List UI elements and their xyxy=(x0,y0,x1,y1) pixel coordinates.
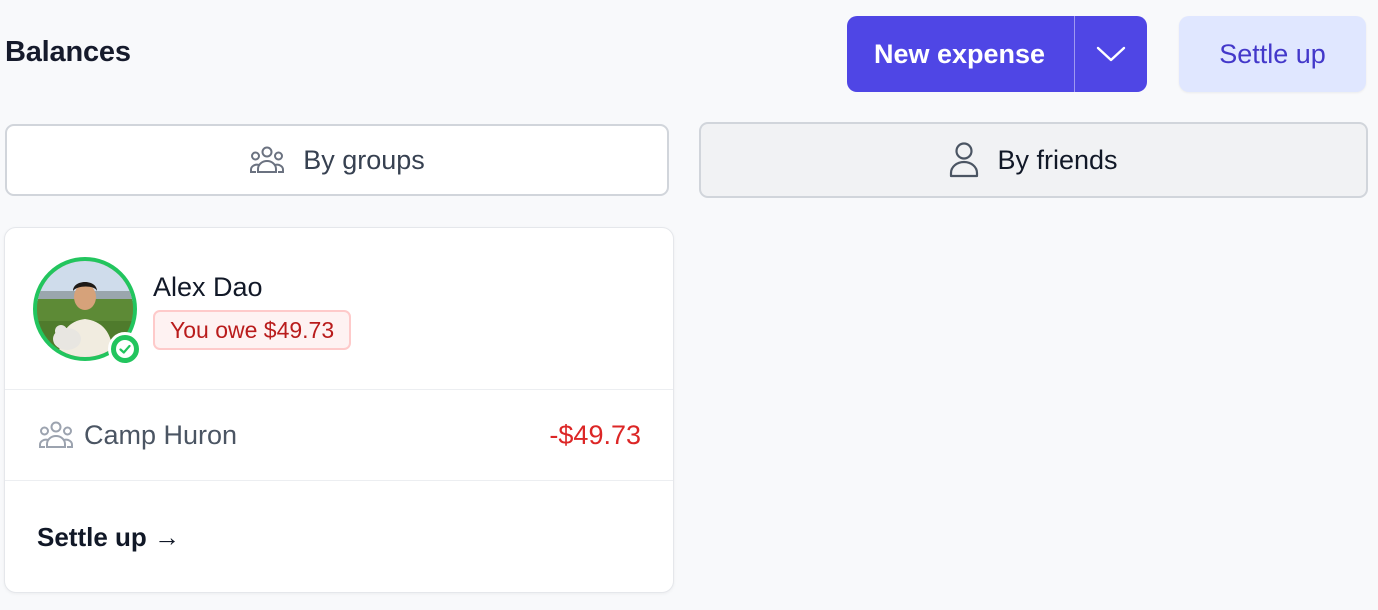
settle-up-button[interactable]: Settle up xyxy=(1179,16,1366,92)
users-group-icon xyxy=(250,146,285,173)
users-group-icon xyxy=(39,421,73,448)
new-expense-button-group: New expense xyxy=(847,16,1147,92)
balances-page: Balances New expense Settle up By groups xyxy=(0,0,1378,610)
new-expense-button[interactable]: New expense xyxy=(847,16,1074,92)
card-footer: Settle up → xyxy=(5,481,673,594)
settle-up-link[interactable]: Settle up → xyxy=(37,522,180,553)
new-expense-dropdown-button[interactable] xyxy=(1075,16,1147,92)
user-icon xyxy=(950,142,979,178)
tab-by-friends-label: By friends xyxy=(997,144,1118,175)
page-title: Balances xyxy=(5,36,131,68)
tab-by-groups[interactable]: By groups xyxy=(5,124,669,196)
friend-balance-card: Alex Dao You owe $49.73 Camp Huron -$49.… xyxy=(4,227,674,593)
friend-name[interactable]: Alex Dao xyxy=(153,272,263,303)
group-balance-amount: -$49.73 xyxy=(549,419,641,450)
group-name: Camp Huron xyxy=(84,419,238,450)
group-balance-row[interactable]: Camp Huron -$49.73 xyxy=(5,390,673,480)
friend-header: Alex Dao You owe $49.73 xyxy=(5,228,673,389)
tab-by-groups-label: By groups xyxy=(303,144,425,175)
check-circle-icon xyxy=(116,340,134,358)
owe-status-badge: You owe $49.73 xyxy=(153,310,352,350)
tab-by-friends[interactable]: By friends xyxy=(699,122,1368,198)
verified-badge xyxy=(108,332,142,366)
chevron-down-icon xyxy=(1096,46,1126,62)
